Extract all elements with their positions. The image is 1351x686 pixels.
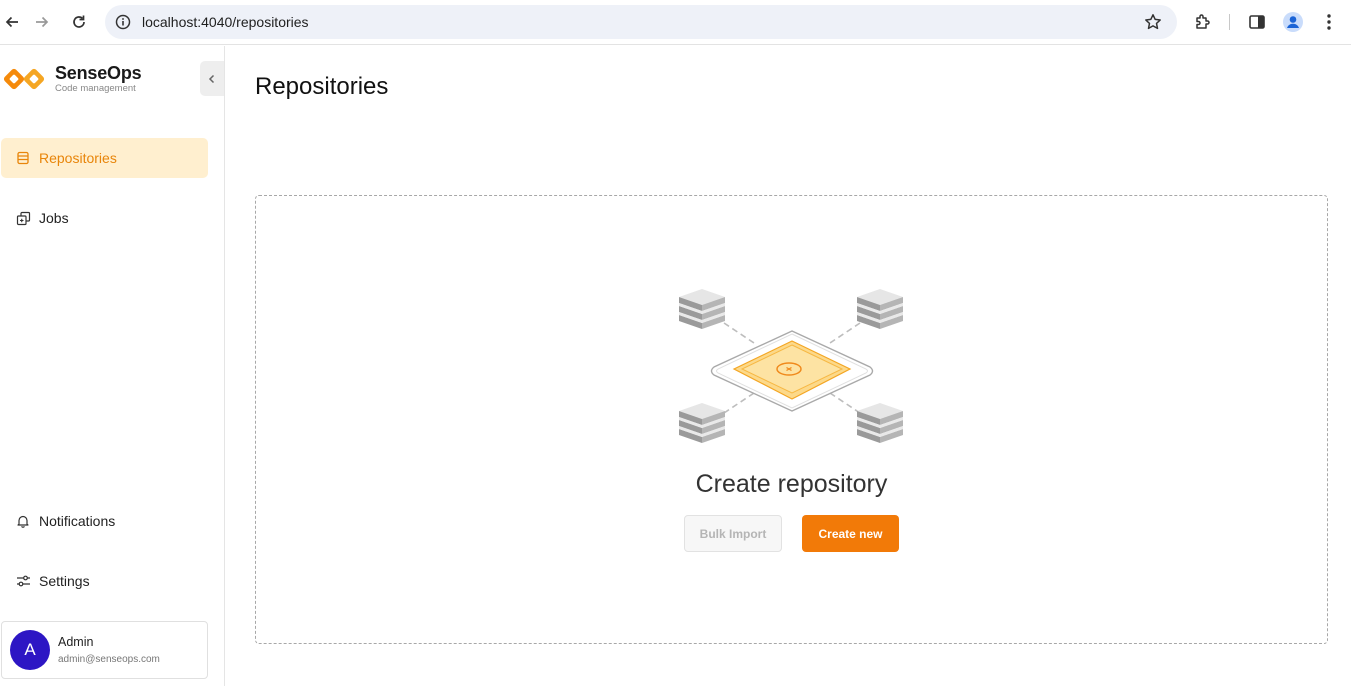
sidebar-item-label: Jobs: [39, 210, 69, 226]
avatar: A: [10, 630, 50, 670]
sidebar-item-settings[interactable]: Settings: [1, 561, 208, 601]
user-email: admin@senseops.com: [58, 654, 160, 665]
brand-subtitle: Code management: [55, 83, 136, 94]
reload-icon[interactable]: [67, 10, 91, 34]
forward-arrow-icon[interactable]: [30, 10, 54, 34]
sidebar: SenseOps Code management Repositories Jo…: [0, 46, 225, 686]
repository-icon: [15, 150, 31, 166]
user-profile-card[interactable]: A Admin admin@senseops.com: [1, 621, 208, 679]
collapse-sidebar-button[interactable]: [200, 61, 224, 96]
jobs-icon: [15, 210, 31, 226]
create-new-button[interactable]: Create new: [802, 515, 899, 552]
toolbar-separator: [1229, 14, 1230, 30]
sidebar-item-repositories[interactable]: Repositories: [1, 138, 208, 178]
site-info-icon[interactable]: [113, 12, 133, 32]
chevron-left-icon: [208, 74, 215, 83]
sidebar-item-label: Repositories: [39, 150, 117, 166]
repository-hub-illustration: [672, 285, 912, 460]
back-arrow-icon[interactable]: [0, 10, 24, 34]
bookmark-star-icon[interactable]: [1143, 12, 1163, 32]
bulk-import-button[interactable]: Bulk Import: [684, 515, 782, 552]
bell-icon: [15, 513, 31, 529]
address-bar[interactable]: localhost:4040/repositories: [105, 5, 1177, 39]
sidebar-item-jobs[interactable]: Jobs: [1, 198, 208, 238]
sidebar-item-notifications[interactable]: Notifications: [1, 501, 208, 541]
empty-state-title: Create repository: [695, 470, 888, 498]
user-name: Admin: [58, 635, 94, 649]
sidebar-item-label: Settings: [39, 573, 90, 589]
sidebar-item-label: Notifications: [39, 513, 116, 529]
page-title: Repositories: [255, 73, 389, 100]
extensions-icon[interactable]: [1192, 11, 1214, 33]
sliders-icon: [15, 573, 31, 589]
url-text: localhost:4040/repositories: [142, 14, 309, 30]
brand-name: SenseOps: [55, 63, 142, 83]
side-panel-icon[interactable]: [1246, 11, 1268, 33]
menu-dots-icon[interactable]: [1318, 11, 1340, 33]
profile-icon[interactable]: [1282, 11, 1304, 33]
browser-toolbar: localhost:4040/repositories: [0, 0, 1351, 45]
senseops-logo-icon: [2, 64, 48, 94]
